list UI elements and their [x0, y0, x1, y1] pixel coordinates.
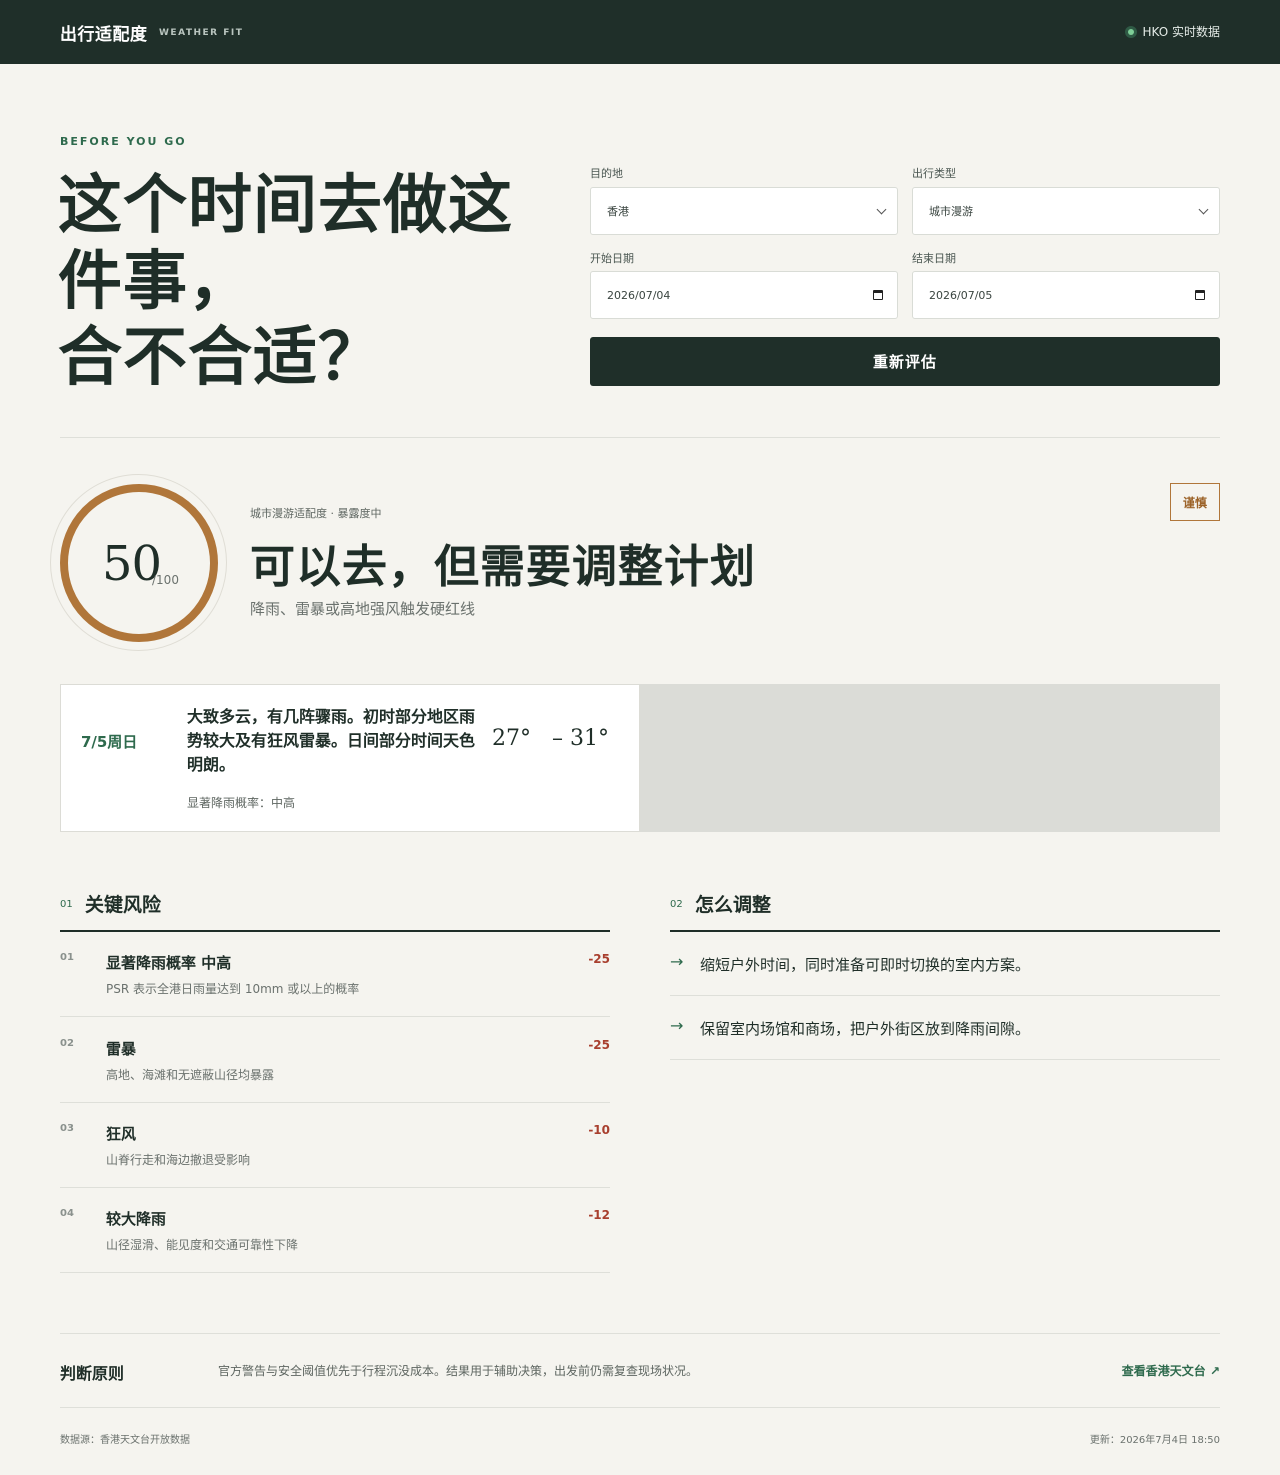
calendar-icon[interactable] [1195, 290, 1205, 300]
risk-title: 显著降雨概率 中高 [106, 954, 232, 972]
live-data-indicator: HKO 实时数据 [1124, 23, 1221, 40]
risk-description: 山径湿滑、能见度和交通可靠性下降 [106, 1238, 299, 1252]
adjust-item: → 缩短户外时间，同时准备可即时切换的室内方案。 [670, 932, 1220, 996]
adjust-text: 保留室内场馆和商场，把户外街区放到降雨间隙。 [700, 1020, 1031, 1038]
forecast-date: 7/5周日 [81, 733, 138, 751]
score-max: /100 [152, 573, 179, 587]
risk-score: -12 [588, 1208, 610, 1222]
end-date-input[interactable]: 2026/07/05 [912, 271, 1220, 319]
adjust-text: 缩短户外时间，同时准备可即时切换的室内方案。 [700, 956, 1031, 974]
risk-item: 03 狂风 山脊行走和海边撤退受影响 -10 [60, 1103, 610, 1188]
chevron-down-icon [1198, 204, 1209, 214]
forecast-temperature: 27° – 31° [492, 726, 609, 751]
temp-separator: – [551, 726, 563, 751]
divider [60, 1333, 1220, 1334]
risk-item: 02 雷暴 高地、海滩和无遮蔽山径均暴露 -25 [60, 1018, 610, 1103]
risk-description: 高地、海滩和无遮蔽山径均暴露 [106, 1068, 275, 1082]
risks-section-number: 01 [60, 899, 73, 910]
end-date-label: 结束日期 [912, 252, 956, 265]
divider [60, 437, 1220, 438]
risk-number: 03 [60, 1123, 74, 1134]
principle-text: 官方警告与安全阈值优先于行程沉没成本。结果用于辅助决策，出发前仍需复查现场状况。 [218, 1364, 699, 1378]
calendar-icon[interactable] [873, 290, 883, 300]
hero-eyebrow: BEFORE YOU GO [60, 135, 187, 148]
risk-score: -25 [588, 1038, 610, 1052]
adjust-section-number: 02 [670, 899, 683, 910]
risk-score: -25 [588, 952, 610, 966]
risk-number: 01 [60, 952, 74, 963]
trip-type-select[interactable]: 城市漫游 [912, 187, 1220, 235]
risk-number: 04 [60, 1208, 74, 1219]
updated-time: 更新：2026年7月4日 18:50 [1089, 1435, 1220, 1446]
risks-section-title: 关键风险 [85, 894, 162, 916]
destination-select[interactable]: 香港 [590, 187, 898, 235]
risk-title: 较大降雨 [106, 1210, 167, 1228]
risk-description: PSR 表示全港日雨量达到 10mm 或以上的概率 [106, 982, 360, 996]
brand-subtitle: WEATHER FIT [159, 28, 244, 38]
forecast-description: 大致多云，有几阵骤雨。初时部分地区雨势较大及有狂风雷暴。日间部分时间天色明朗。 [187, 707, 476, 774]
divider [60, 1407, 1220, 1408]
verdict-subtitle: 降雨、雷暴或高地强风触发硬红线 [250, 600, 476, 618]
risk-title: 狂风 [106, 1125, 137, 1143]
forecast-card-empty [640, 684, 1220, 832]
verdict-title: 可以去，但需要调整计划 [250, 540, 757, 593]
trip-type-value: 城市漫游 [929, 205, 973, 218]
top-bar: 出行适配度 WEATHER FIT HKO 实时数据 [0, 0, 1280, 64]
live-data-label: HKO 实时数据 [1142, 25, 1221, 39]
temp-low: 27° [492, 726, 531, 751]
risk-description: 山脊行走和海边撤退受影响 [106, 1153, 251, 1167]
re-evaluate-button[interactable]: 重新评估 [590, 337, 1220, 386]
data-source: 数据源：香港天文台开放数据 [60, 1435, 190, 1446]
brand-title[interactable]: 出行适配度 [60, 20, 148, 45]
risk-item: 01 显著降雨概率 中高 PSR 表示全港日雨量达到 10mm 或以上的概率 -… [60, 932, 610, 1017]
end-date-value: 2026/07/05 [929, 288, 993, 302]
risk-item: 04 较大降雨 山径湿滑、能见度和交通可靠性下降 -12 [60, 1188, 610, 1273]
hero-title: 这个时间去做这 件事， 合不合适？ [58, 168, 513, 395]
start-date-input[interactable]: 2026/07/04 [590, 271, 898, 319]
hko-link[interactable]: 查看香港天文台 ↗ [1122, 1362, 1220, 1379]
destination-value: 香港 [607, 205, 629, 218]
live-status-icon [1124, 25, 1137, 38]
arrow-right-icon: → [670, 1016, 684, 1035]
risk-number: 02 [60, 1038, 74, 1049]
destination-label: 目的地 [590, 167, 623, 180]
risk-score: -10 [588, 1123, 610, 1137]
chevron-down-icon [876, 204, 887, 214]
start-date-label: 开始日期 [590, 252, 634, 265]
caution-badge: 谨慎 [1170, 483, 1220, 521]
risk-title: 雷暴 [106, 1040, 137, 1058]
principle-title: 判断原则 [60, 1364, 125, 1383]
adjust-section-title: 怎么调整 [695, 894, 772, 916]
verdict-meta: 城市漫游适配度 · 暴露度中 [250, 507, 382, 520]
adjust-item: → 保留室内场馆和商场，把户外街区放到降雨间隙。 [670, 996, 1220, 1060]
start-date-value: 2026/07/04 [607, 288, 671, 302]
forecast-psr: 显著降雨概率：中高 [187, 796, 296, 810]
trip-type-label: 出行类型 [912, 167, 956, 180]
temp-high: 31° [569, 726, 609, 751]
arrow-right-icon: → [670, 952, 684, 971]
